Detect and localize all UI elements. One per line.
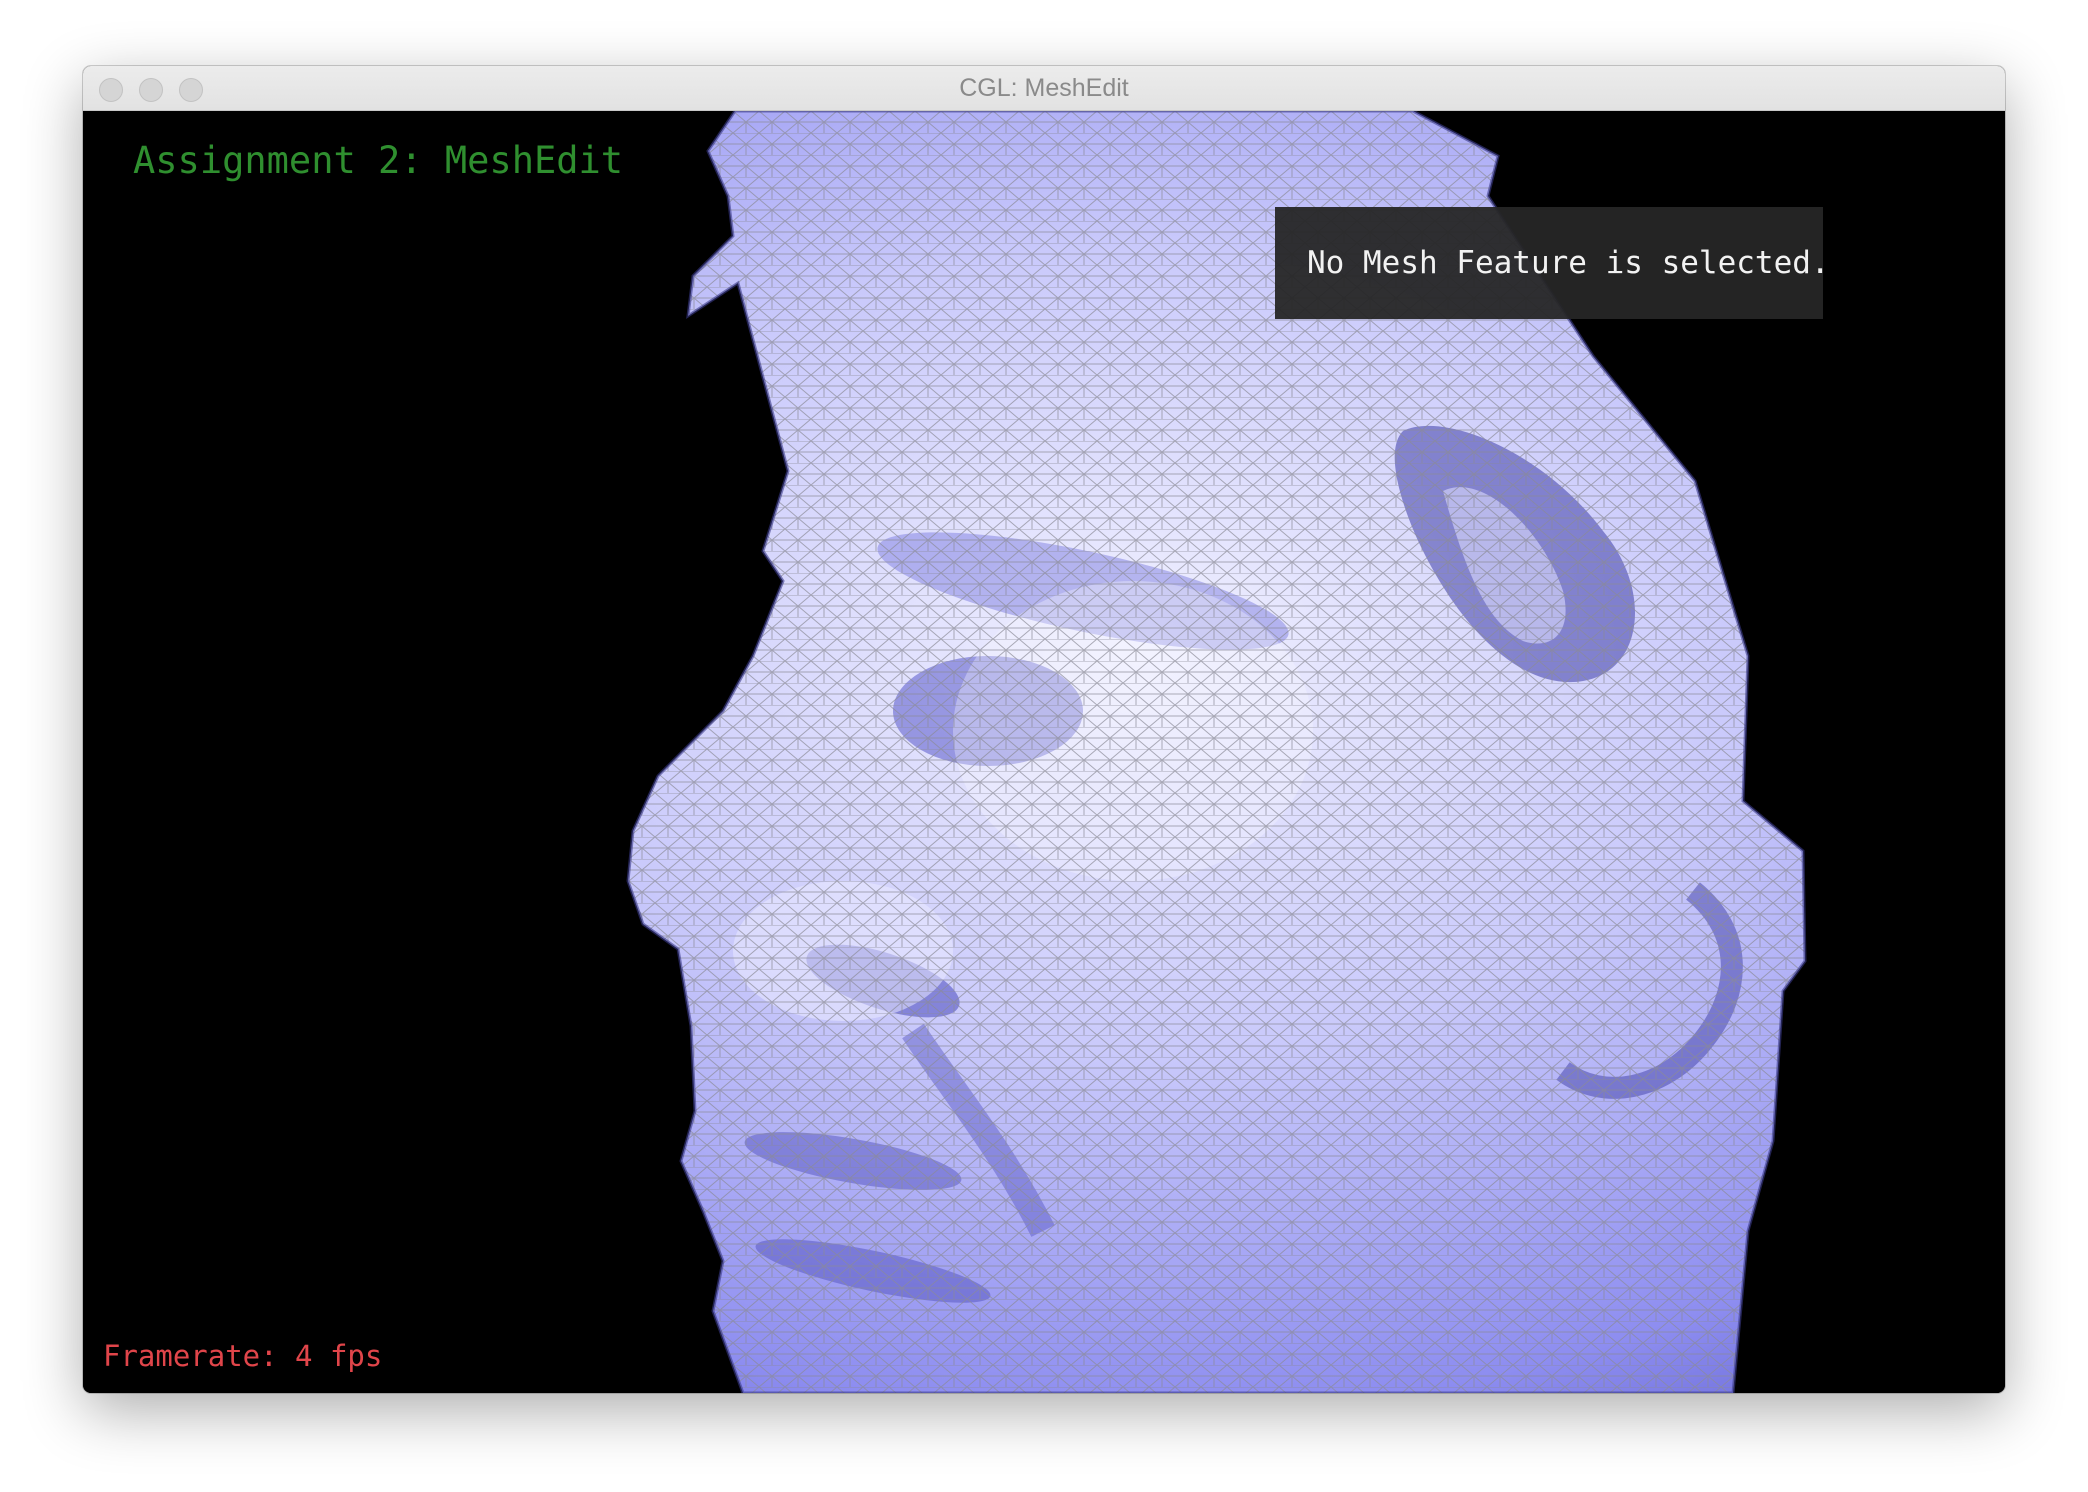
selection-info-box: No Mesh Feature is selected. — [1275, 207, 1830, 319]
window-title: CGL: MeshEdit — [959, 74, 1129, 102]
render-viewport[interactable]: Assignment 2: MeshEdit No Mesh Feature i… — [83, 111, 2005, 1393]
app-window: CGL: MeshEdit Assignment 2: MeshEdit No … — [83, 66, 2005, 1393]
title-bar[interactable]: CGL: MeshEdit — [83, 66, 2005, 111]
framerate-readout: Framerate: 4 fps — [103, 1339, 383, 1373]
assignment-title: Assignment 2: MeshEdit — [133, 139, 624, 182]
